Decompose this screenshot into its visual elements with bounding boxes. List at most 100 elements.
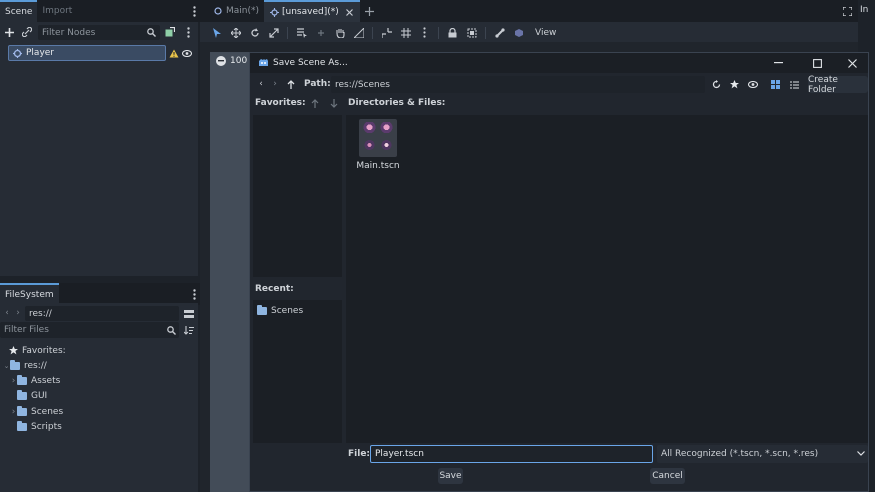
filesystem-path-input[interactable]: res:// [25,306,179,321]
close-tab-icon[interactable] [345,8,355,16]
ruler-tool-icon[interactable] [350,24,367,41]
root-row[interactable]: ⌄ res:// [3,358,47,373]
node-label: Player [26,48,55,58]
root-label: res:// [24,360,47,371]
recent-label: Recent: [255,284,294,294]
expand-icon[interactable]: › [10,407,17,417]
scene-tab-label: [unsaved](*) [282,7,339,17]
scene-menu-icon[interactable] [184,26,192,38]
link-icon[interactable] [21,26,33,38]
vertical-ruler [200,52,210,492]
sprite-thumbnail-icon [359,119,397,157]
file-name: Main.tscn [356,161,400,171]
minimize-icon[interactable] [772,57,784,69]
node-circle-icon [213,7,223,15]
folder-icon [17,420,27,431]
grid-view-icon[interactable] [770,79,781,90]
folder-icon [257,304,267,315]
favorites-row[interactable]: Favorites: [8,343,66,358]
folder-row-assets[interactable]: › Assets [10,373,60,388]
maximize-icon[interactable] [811,57,823,69]
refresh-icon[interactable] [711,79,722,90]
list-select-icon[interactable] [293,24,310,41]
warning-icon[interactable] [168,48,179,58]
node2d-icon [11,48,23,58]
path-label: Path: [304,79,331,89]
file-name-input[interactable]: Player.tscn [370,445,653,463]
dock-menu-icon[interactable] [190,5,198,17]
pivot-tool-icon[interactable] [312,24,329,41]
folder-label: Assets [31,375,61,386]
move-tool-icon[interactable] [227,24,244,41]
sort-icon[interactable] [183,325,194,336]
view-menu[interactable]: View [535,28,556,38]
show-hidden-icon[interactable] [747,79,758,90]
godot-icon [257,58,269,68]
group-icon[interactable] [463,24,480,41]
select-tool-icon[interactable] [208,24,225,41]
collapse-icon[interactable]: ⌄ [3,362,10,370]
split-view-icon[interactable] [183,308,194,319]
tree-item-player[interactable]: Player [8,45,166,61]
filesystem-menu-icon[interactable] [190,288,198,300]
expand-icon[interactable]: › [10,376,17,386]
tab-import[interactable]: Import [37,0,77,22]
filter-files-input[interactable]: Filter Files [0,322,179,338]
zoom-label[interactable]: 100 [230,56,247,66]
create-folder-button[interactable]: Create Folder [808,75,868,95]
file-item[interactable]: Main.tscn [356,119,400,175]
forward-icon[interactable]: › [14,307,22,319]
filter-select-value: All Recognized (*.tscn, *.scn, *.res) [661,449,819,459]
forward-icon[interactable]: › [270,79,280,89]
list-view-icon[interactable] [789,79,800,90]
lock-icon[interactable] [444,24,461,41]
move-down-icon[interactable] [329,97,339,109]
files-grid[interactable]: Main.tscn [346,115,868,443]
folder-row-gui[interactable]: GUI [17,388,47,403]
move-up-icon[interactable] [310,97,320,109]
scene-tab-unsaved[interactable]: [unsaved](*) [264,0,360,22]
rotate-tool-icon[interactable] [246,24,263,41]
visibility-icon[interactable] [181,48,192,58]
back-icon[interactable]: ‹ [3,307,11,319]
favorite-star-icon[interactable] [729,79,740,90]
folder-row-scenes[interactable]: › Scenes [10,404,63,419]
tab-filesystem[interactable]: FileSystem [0,283,59,305]
zoom-out-icon[interactable] [216,56,226,66]
filter-nodes-input[interactable]: Filter Nodes [38,25,160,40]
folder-label: GUI [31,390,48,401]
pan-tool-icon[interactable] [331,24,348,41]
add-tab-icon[interactable] [360,0,380,22]
grid-snap-icon[interactable] [397,24,414,41]
favorites-list[interactable] [253,115,342,277]
canvas-toolbar: View [200,23,858,42]
inspector-tab[interactable]: In [860,5,868,15]
add-node-icon[interactable] [3,26,15,38]
distraction-free-icon[interactable] [841,5,853,17]
path-input[interactable]: res://Scenes [331,76,705,93]
cancel-button[interactable]: Cancel [650,468,685,484]
snap-options-icon[interactable] [416,24,433,41]
scale-tool-icon[interactable] [265,24,282,41]
filesystem-dock-tabs: FileSystem [0,283,200,305]
filesystem-panel: ‹ › res:// Filter Files Favorites: ⌄ res… [0,303,198,492]
back-icon[interactable]: ‹ [256,79,266,89]
recent-list[interactable]: Scenes [253,300,342,443]
override-camera-icon[interactable] [510,24,527,41]
folder-icon [10,359,20,370]
parent-folder-icon[interactable] [286,79,296,89]
smart-snap-icon[interactable] [378,24,395,41]
save-button[interactable]: Save [438,468,463,484]
folder-row-scripts[interactable]: Scripts [17,419,62,434]
favorites-label: Favorites: [255,98,306,108]
recent-item[interactable]: Scenes [257,303,342,318]
zoom-controls: 100 [216,56,247,66]
close-icon[interactable] [846,57,858,69]
dialog-title-bar[interactable]: Save Scene As... [250,53,868,73]
instance-scene-icon[interactable] [164,26,176,38]
tab-scene[interactable]: Scene [0,0,38,22]
folder-icon [17,374,27,385]
filter-select[interactable]: All Recognized (*.tscn, *.scn, *.res) [657,445,868,463]
scene-tab-main[interactable]: Main(*) [208,0,264,22]
bone-icon[interactable] [491,24,508,41]
